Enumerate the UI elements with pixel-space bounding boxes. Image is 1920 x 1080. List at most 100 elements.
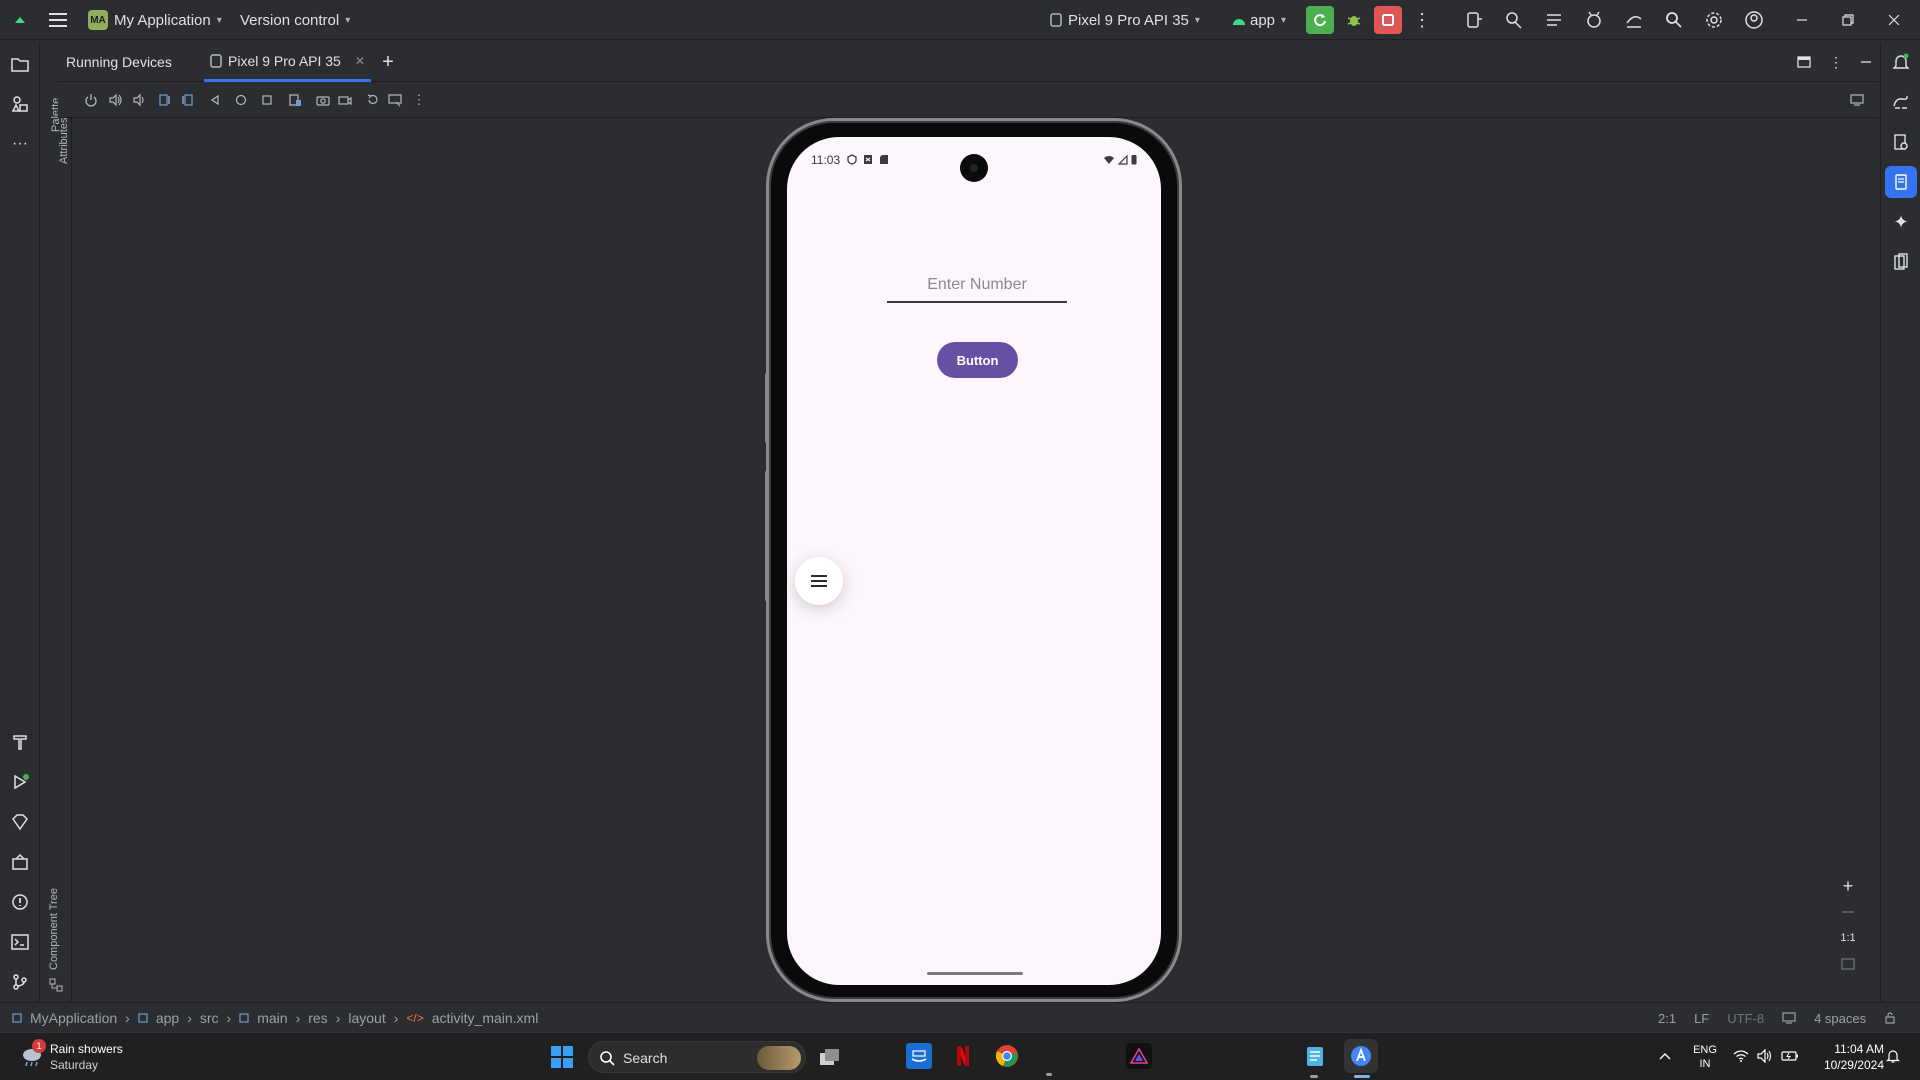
action-button[interactable]: Button: [937, 342, 1018, 378]
gemini-sparkle-icon[interactable]: ✦: [1889, 210, 1913, 234]
volume-up-icon[interactable]: [104, 82, 126, 118]
screenshot-icon[interactable]: [312, 82, 334, 118]
apply-changes-button[interactable]: [1306, 6, 1334, 34]
resource-manager-icon[interactable]: [8, 92, 32, 116]
zoom-actual-size[interactable]: 1:1: [1834, 928, 1862, 948]
screen-record-icon[interactable]: [334, 82, 356, 118]
more-device-actions-icon[interactable]: ⋮: [408, 82, 430, 118]
zoom-fit-icon[interactable]: [1838, 954, 1858, 974]
wifi-icon[interactable]: [1732, 1047, 1750, 1065]
breadcrumb-module-icon: [12, 1013, 22, 1023]
breadcrumb-item[interactable]: activity_main.xml: [432, 1010, 539, 1026]
more-tools-icon[interactable]: ···: [8, 132, 32, 156]
close-icon[interactable]: [1882, 8, 1906, 32]
breadcrumb-item[interactable]: main: [257, 1010, 287, 1026]
main-menu-icon[interactable]: [48, 10, 68, 30]
attributes-tab[interactable]: Attributes: [58, 118, 70, 164]
project-folder-icon[interactable]: [8, 52, 32, 76]
netflix-icon[interactable]: [952, 1043, 974, 1069]
breadcrumb-item[interactable]: layout: [348, 1010, 385, 1026]
home-icon[interactable]: [230, 82, 252, 118]
device-file-explorer-icon[interactable]: [1889, 130, 1913, 154]
problems-icon[interactable]: [8, 890, 32, 914]
task-view-icon[interactable]: [818, 1045, 842, 1069]
breadcrumb-item[interactable]: app: [156, 1010, 179, 1026]
breadcrumb-item[interactable]: res: [308, 1010, 327, 1026]
vcs-selector[interactable]: Version control ▾: [240, 0, 350, 40]
sdk-manager-icon[interactable]: [1502, 8, 1526, 32]
snapshot-icon[interactable]: [362, 82, 384, 118]
android-studio-taskbar-icon[interactable]: [1344, 1039, 1378, 1073]
affinity-icon[interactable]: [1126, 1043, 1152, 1069]
device-screen[interactable]: 11:03 Enter Number Button: [787, 137, 1161, 985]
caret-position[interactable]: 2:1: [1658, 1011, 1676, 1026]
indent-setting[interactable]: 4 spaces: [1814, 1011, 1866, 1026]
chrome-icon[interactable]: [994, 1043, 1020, 1069]
mirror-settings-icon[interactable]: [1846, 82, 1868, 118]
app-inspection-icon[interactable]: [8, 850, 32, 874]
notifications-icon[interactable]: [1889, 50, 1913, 74]
prime-video-icon[interactable]: [906, 1043, 932, 1069]
extended-controls-icon[interactable]: [384, 82, 406, 118]
project-selector[interactable]: MA My Application ▾: [88, 0, 222, 40]
notification-bell-icon[interactable]: [1884, 1047, 1902, 1065]
file-encoding[interactable]: UTF-8: [1727, 1011, 1764, 1026]
power-icon[interactable]: [80, 82, 102, 118]
settings-icon[interactable]: [1702, 8, 1726, 32]
volume-down-icon[interactable]: [128, 82, 150, 118]
weather-widget[interactable]: 1 Rain showers Saturday: [16, 1039, 216, 1075]
device-mirror-icon[interactable]: [284, 82, 306, 118]
zoom-out-icon[interactable]: [1838, 902, 1858, 922]
search-icon[interactable]: [1662, 8, 1686, 32]
readonly-icon[interactable]: [1782, 1012, 1796, 1024]
restore-icon[interactable]: [1836, 8, 1860, 32]
floating-menu-button[interactable]: [795, 557, 843, 605]
lock-icon[interactable]: [1884, 1012, 1896, 1024]
window-layout-icon[interactable]: [1794, 52, 1814, 72]
stop-button[interactable]: [1374, 6, 1402, 34]
app-quality-icon[interactable]: [1622, 8, 1646, 32]
rotate-left-icon[interactable]: [154, 82, 176, 118]
running-devices-icon[interactable]: [1885, 166, 1917, 198]
back-icon[interactable]: [204, 82, 226, 118]
more-actions-icon[interactable]: ⋮: [1410, 8, 1434, 32]
volume-icon[interactable]: [1756, 1047, 1774, 1065]
add-tab-icon[interactable]: +: [376, 50, 400, 74]
hide-icon[interactable]: [1856, 52, 1876, 72]
tray-overflow-icon[interactable]: [1656, 1047, 1674, 1065]
git-icon[interactable]: [8, 970, 32, 994]
overview-icon[interactable]: [256, 82, 278, 118]
notepad-icon[interactable]: [1302, 1043, 1328, 1069]
gradle-icon[interactable]: [1889, 90, 1913, 114]
device-manager-icon[interactable]: [1462, 8, 1486, 32]
taskbar-search[interactable]: Search: [588, 1041, 806, 1073]
rotate-right-icon[interactable]: [176, 82, 198, 118]
line-separator[interactable]: LF: [1694, 1011, 1709, 1026]
tab-close-icon[interactable]: ✕: [355, 54, 365, 68]
breadcrumb-item[interactable]: src: [200, 1010, 219, 1026]
language-indicator[interactable]: ENG IN: [1690, 1043, 1720, 1071]
gesture-handle[interactable]: [927, 972, 1023, 975]
account-icon[interactable]: [1742, 8, 1766, 32]
zoom-in-icon[interactable]: +: [1838, 876, 1858, 896]
run-config-selector[interactable]: app ▾: [1232, 0, 1286, 40]
layout-inspector-icon[interactable]: [1542, 8, 1566, 32]
tab-device[interactable]: Pixel 9 Pro API 35 ✕: [204, 42, 371, 82]
run-icon[interactable]: [8, 770, 32, 794]
component-tree-tab[interactable]: Component Tree: [48, 888, 60, 970]
app-quality-insights-icon[interactable]: [8, 810, 32, 834]
number-input[interactable]: Enter Number: [887, 271, 1067, 303]
build-icon[interactable]: [8, 730, 32, 754]
debug-icon[interactable]: [1342, 8, 1366, 32]
minimize-icon[interactable]: [1790, 8, 1814, 32]
taskbar-indicator: [1310, 1075, 1318, 1078]
terminal-icon[interactable]: [8, 930, 32, 954]
device-manager-side-icon[interactable]: [1889, 250, 1913, 274]
battery-charging-icon[interactable]: [1780, 1047, 1800, 1065]
device-selector[interactable]: Pixel 9 Pro API 35 ▾: [1050, 0, 1200, 40]
options-icon[interactable]: ⋮: [1826, 52, 1846, 72]
gemini-icon[interactable]: [1582, 8, 1606, 32]
windows-start-icon[interactable]: [550, 1045, 574, 1069]
breadcrumb-item[interactable]: MyApplication: [30, 1010, 117, 1026]
clock[interactable]: 11:04 AM 10/29/2024: [1808, 1041, 1884, 1073]
